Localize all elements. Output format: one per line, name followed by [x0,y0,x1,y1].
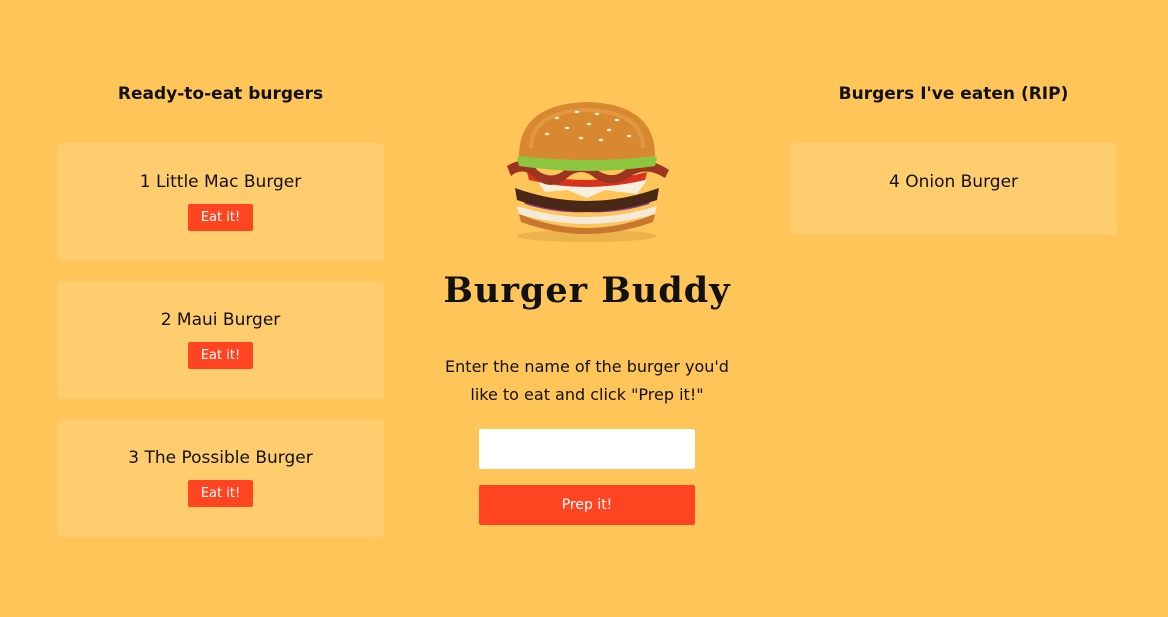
eat-it-button[interactable]: Eat it! [188,204,253,231]
eaten-burger-card: 4 Onion Burger [790,143,1117,235]
prep-it-button[interactable]: Prep it! [479,485,695,525]
burger-name: 3 The Possible Burger [128,448,313,468]
ready-to-eat-heading: Ready-to-eat burgers [117,84,324,104]
eat-it-button[interactable]: Eat it! [188,480,253,507]
burger-name: 1 Little Mac Burger [139,172,302,192]
burger-name: 4 Onion Burger [888,172,1019,192]
burger-name: 2 Maui Burger [160,310,281,330]
app-title: Burger Buddy [443,270,731,311]
burger-card: 3 The Possible Burger Eat it! [57,419,384,537]
burger-card: 2 Maui Burger Eat it! [57,281,384,399]
eaten-burgers-heading: Burgers I've eaten (RIP) [838,84,1069,104]
burger-form-panel: Burger Buddy Enter the name of the burge… [437,96,737,525]
eat-it-button[interactable]: Eat it! [188,342,253,369]
ready-to-eat-column: Ready-to-eat burgers 1 Little Mac Burger… [57,80,384,557]
eaten-burgers-column: Burgers I've eaten (RIP) 4 Onion Burger [790,80,1117,235]
burger-image [507,102,669,242]
instructions-text: Enter the name of the burger you'd like … [445,357,729,404]
burger-card: 1 Little Mac Burger Eat it! [57,143,384,261]
burger-name-input[interactable] [479,429,695,469]
